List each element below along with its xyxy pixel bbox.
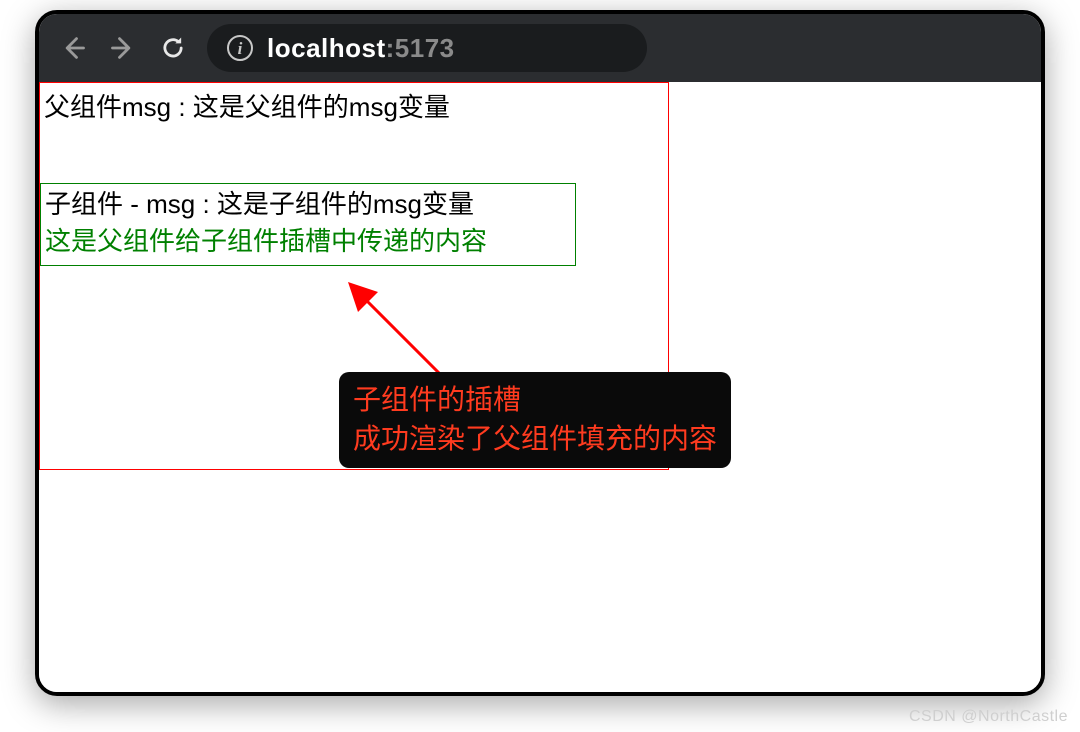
reload-button[interactable] [157, 32, 189, 64]
watermark-text: CSDN @NorthCastle [909, 708, 1068, 726]
back-arrow-icon [59, 34, 87, 62]
annotation-line-1: 子组件的插槽 [353, 380, 717, 419]
forward-arrow-icon [109, 34, 137, 62]
annotation-line-2: 成功渲染了父组件填充的内容 [353, 419, 717, 458]
reload-icon [159, 34, 187, 62]
slot-content-text: 这是父组件给子组件插槽中传递的内容 [45, 223, 575, 261]
forward-button[interactable] [107, 32, 139, 64]
browser-toolbar: i localhost:5173 [39, 14, 1041, 82]
url-text: localhost:5173 [267, 33, 455, 64]
address-bar[interactable]: i localhost:5173 [207, 24, 647, 72]
parent-msg-text: 父组件msg : 这是父组件的msg变量 [40, 83, 668, 127]
page-content: 父组件msg : 这是父组件的msg变量 子组件 - msg : 这是子组件的m… [39, 82, 1041, 692]
info-icon[interactable]: i [227, 35, 253, 61]
browser-window: i localhost:5173 父组件msg : 这是父组件的msg变量 子组… [35, 10, 1045, 696]
url-port: :5173 [386, 33, 455, 63]
annotation-callout: 子组件的插槽 成功渲染了父组件填充的内容 [339, 372, 731, 468]
url-host: localhost [267, 33, 386, 63]
back-button[interactable] [57, 32, 89, 64]
child-component-box: 子组件 - msg : 这是子组件的msg变量 这是父组件给子组件插槽中传递的内… [40, 183, 576, 266]
child-msg-text: 子组件 - msg : 这是子组件的msg变量 [45, 186, 575, 224]
